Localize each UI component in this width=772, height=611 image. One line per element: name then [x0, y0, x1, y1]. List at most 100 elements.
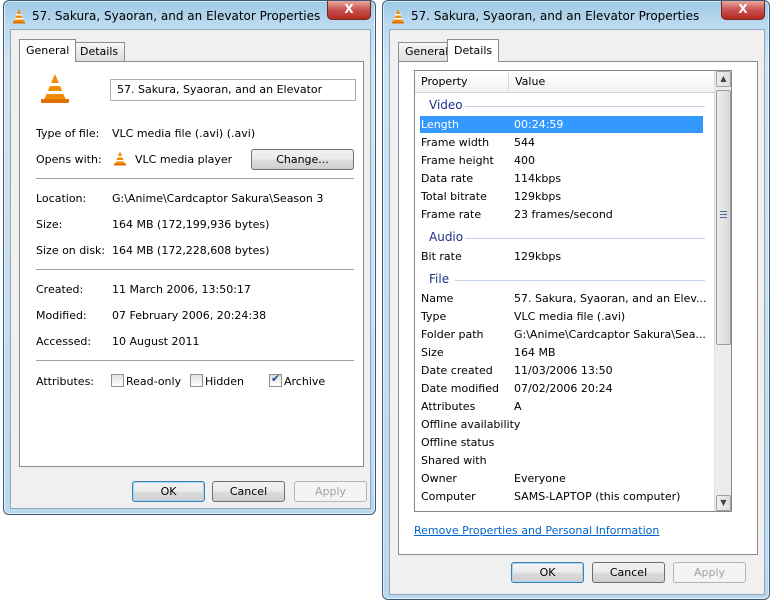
property-value: Everyone	[514, 472, 566, 485]
file-name-field[interactable]: 57. Sakura, Syaoran, and an Elevator	[110, 79, 356, 101]
general-properties-window: 57. Sakura, Syaoran, and an Elevator Pro…	[3, 0, 376, 515]
details-properties-window: 57. Sakura, Syaoran, and an Elevator Pro…	[382, 0, 770, 600]
property-value: 400	[514, 154, 535, 167]
property-name: Bit rate	[421, 250, 462, 263]
property-value: 129kbps	[514, 190, 562, 203]
title-bar[interactable]: 57. Sakura, Syaoran, and an Elevator Pro…	[383, 1, 769, 31]
table-row[interactable]: Attributes A	[420, 398, 703, 415]
property-value: A	[514, 400, 522, 413]
group-file: File	[429, 272, 450, 286]
property-value: 114kbps	[514, 172, 562, 185]
ok-button[interactable]: OK	[511, 562, 584, 583]
property-name: Attributes	[421, 400, 476, 413]
details-panel: Property Value Video Length 00:24:59 Frame…	[398, 61, 758, 555]
type-label: Type of file:	[36, 127, 100, 140]
property-name: Date modified	[421, 382, 499, 395]
window-title: 57. Sakura, Syaoran, and an Elevator Pro…	[32, 9, 321, 23]
group-audio: Audio	[429, 230, 464, 244]
separator	[36, 178, 354, 179]
property-name: Computer	[421, 490, 476, 503]
remove-properties-link[interactable]: Remove Properties and Personal Informati…	[414, 524, 659, 537]
dialog-client: General Details Property Value Video Len…	[389, 29, 765, 595]
title-bar[interactable]: 57. Sakura, Syaoran, and an Elevator Pro…	[4, 1, 375, 31]
property-value: SAMS-LAPTOP (this computer)	[514, 490, 681, 503]
accessed-label: Accessed:	[36, 335, 92, 348]
cancel-button[interactable]: Cancel	[212, 481, 285, 502]
table-row[interactable]: Type VLC media file (.avi)	[420, 308, 703, 325]
modified-label: Modified:	[36, 309, 87, 322]
property-name: Frame rate	[421, 208, 482, 221]
tab-details[interactable]: Details	[447, 39, 500, 62]
table-row[interactable]: Frame height 400	[420, 152, 703, 169]
close-button[interactable]: X	[327, 1, 371, 20]
attributes-label: Attributes:	[36, 375, 95, 388]
column-property[interactable]: Property	[421, 75, 468, 88]
property-value: 11/03/2006 13:50	[514, 364, 613, 377]
created-label: Created:	[36, 283, 84, 296]
table-row[interactable]: Length 00:24:59	[420, 116, 703, 133]
ok-button[interactable]: OK	[132, 481, 205, 502]
opens-with-value: VLC media player	[135, 153, 233, 166]
property-name: Folder path	[421, 328, 484, 341]
property-value: 544	[514, 136, 535, 149]
window-title: 57. Sakura, Syaoran, and an Elevator Pro…	[411, 9, 700, 23]
property-value: VLC media file (.avi)	[514, 310, 626, 323]
archive-label[interactable]: Archive	[284, 375, 325, 388]
property-name: Total bitrate	[421, 190, 487, 203]
size-value: 164 MB (172,199,936 bytes)	[112, 218, 270, 231]
archive-checkbox[interactable]	[269, 372, 282, 387]
location-label: Location:	[36, 192, 87, 205]
table-row[interactable]: Bit rate 129kbps	[420, 248, 703, 265]
table-row[interactable]: Offline availability	[420, 416, 703, 433]
scroll-thumb[interactable]	[716, 90, 731, 345]
hidden-checkbox[interactable]	[190, 374, 203, 387]
apply-button[interactable]: Apply	[673, 562, 746, 583]
vertical-scrollbar[interactable]: ▲ ▼	[714, 71, 731, 511]
property-value: 57. Sakura, Syaoran, and an Elev...	[514, 292, 707, 305]
table-row[interactable]: Shared with	[420, 452, 703, 469]
property-name: Length	[421, 118, 459, 131]
property-value: 23 frames/second	[514, 208, 613, 221]
property-name: Shared with	[421, 454, 487, 467]
property-value: 129kbps	[514, 250, 562, 263]
cancel-button[interactable]: Cancel	[592, 562, 665, 583]
table-row[interactable]: Offline status	[420, 434, 703, 451]
desktop-background	[0, 515, 380, 611]
tab-general[interactable]: General	[19, 39, 77, 62]
separator	[36, 269, 354, 270]
property-list[interactable]: Property Value Video Length 00:24:59 Frame…	[414, 70, 732, 512]
tab-details[interactable]: Details	[73, 42, 126, 61]
vlc-cone-icon	[13, 9, 25, 24]
table-row[interactable]: Folder path G:\Anime\Cardcaptor Sakura\Se…	[420, 326, 706, 343]
created-value: 11 March 2006, 13:50:17	[112, 283, 251, 296]
table-row[interactable]: Frame width 544	[420, 134, 703, 151]
table-row[interactable]: Name 57. Sakura, Syaoran, and an Elev...	[420, 290, 707, 307]
size-on-disk-label: Size on disk:	[36, 244, 106, 257]
close-button[interactable]: X	[721, 1, 765, 20]
table-row[interactable]: Data rate 114kbps	[420, 170, 703, 187]
property-name: Offline availability	[421, 418, 521, 431]
table-row[interactable]: Total bitrate 129kbps	[420, 188, 703, 205]
property-name: Owner	[421, 472, 457, 485]
readonly-checkbox[interactable]	[111, 374, 124, 387]
table-row[interactable]: Date modified 07/02/2006 20:24	[420, 380, 703, 397]
readonly-label[interactable]: Read-only	[126, 375, 181, 388]
table-row[interactable]: Owner Everyone	[420, 470, 703, 487]
table-row[interactable]: Size 164 MB	[420, 344, 703, 361]
table-row[interactable]: Computer SAMS-LAPTOP (this computer)	[420, 488, 703, 505]
scroll-up-icon[interactable]: ▲	[716, 71, 731, 87]
apply-button[interactable]: Apply	[294, 481, 367, 502]
table-row[interactable]: Date created 11/03/2006 13:50	[420, 362, 703, 379]
accessed-value: 10 August 2011	[112, 335, 200, 348]
vlc-app-icon	[114, 151, 126, 166]
hidden-label[interactable]: Hidden	[205, 375, 244, 388]
property-name: Size	[421, 346, 444, 359]
separator	[36, 360, 354, 361]
size-label: Size:	[36, 218, 63, 231]
general-panel: 57. Sakura, Syaoran, and an Elevator Typ…	[19, 61, 364, 467]
table-row[interactable]: Frame rate 23 frames/second	[420, 206, 703, 223]
change-button[interactable]: Change...	[251, 149, 354, 170]
property-value: 164 MB	[514, 346, 556, 359]
column-value[interactable]: Value	[515, 75, 545, 88]
scroll-down-icon[interactable]: ▼	[716, 495, 731, 511]
